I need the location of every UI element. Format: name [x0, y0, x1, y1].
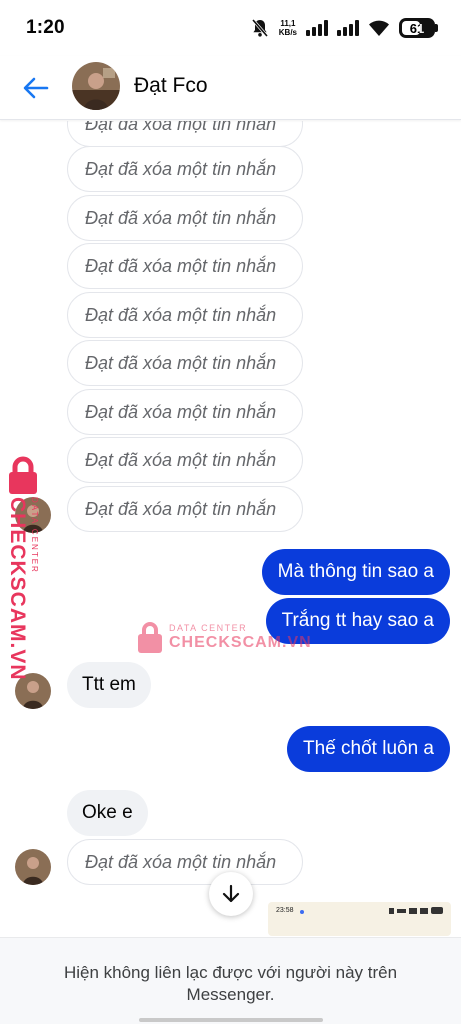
deleted-message: Đạt đã xóa một tin nhắn — [67, 437, 303, 483]
contact-name[interactable]: Đạt Fco — [134, 74, 208, 98]
contact-avatar[interactable] — [72, 62, 120, 110]
received-message: Ttt em — [67, 662, 151, 708]
message-list[interactable]: Đạt đã xóa một tin nhắn Đạt đã xóa một t… — [0, 121, 461, 936]
network-speed-unit: KB/s — [278, 28, 297, 37]
watermark-brand: CHECKSCAM.VN — [169, 634, 312, 651]
deleted-message: Đạt đã xóa một tin nhắn — [67, 340, 303, 386]
network-speed-value: 11,1 — [280, 19, 296, 28]
status-icons: 11,1 KB/s 61 — [250, 16, 438, 40]
deleted-message: Đạt đã xóa một tin nhắn — [67, 389, 303, 435]
screenshot-thumbnail[interactable]: 23:58 — [268, 902, 451, 936]
bell-muted-icon — [251, 19, 268, 37]
back-arrow-icon — [23, 77, 49, 99]
deleted-message: Đạt đã xóa một tin nhắn — [67, 121, 303, 147]
watermark-sub: DATA CENTER — [169, 623, 248, 633]
received-message: Oke e — [67, 790, 148, 836]
battery-icon: 61 — [399, 18, 438, 38]
deleted-message: Đạt đã xóa một tin nhắn — [67, 146, 303, 192]
thumbnail-time: 23:58 — [276, 907, 294, 914]
home-indicator[interactable] — [139, 1018, 323, 1022]
watermark-brand: CHECKSCAM.VN — [6, 497, 29, 681]
watermark-sub: DATA CENTER — [30, 497, 39, 574]
watermark-vertical: CHECKSCAM.VN DATA CENTER — [3, 455, 47, 681]
avatar-image — [72, 62, 120, 110]
signal-icon — [337, 20, 359, 36]
deleted-message: Đạt đã xóa một tin nhắn — [67, 292, 303, 338]
lock-icon — [9, 456, 37, 494]
back-button[interactable] — [18, 70, 54, 106]
thumbnail-status-icons — [389, 907, 443, 914]
scroll-to-bottom-button[interactable] — [209, 872, 253, 916]
network-speed: 11,1 KB/s — [279, 19, 297, 37]
chat-header: Đạt Fco — [0, 56, 461, 120]
unavailable-notice-bar: Hiện không liên lạc được với người này t… — [0, 937, 461, 1024]
sent-message: Thế chốt luôn a — [287, 726, 450, 772]
deleted-message: Đạt đã xóa một tin nhắn — [67, 486, 303, 532]
wifi-icon — [369, 20, 389, 36]
deleted-message: Đạt đã xóa một tin nhắn — [67, 243, 303, 289]
deleted-message: Đạt đã xóa một tin nhắn — [67, 195, 303, 241]
deleted-message: Đạt đã xóa một tin nhắn — [67, 839, 303, 885]
contact-avatar-small[interactable] — [15, 849, 51, 885]
unavailable-notice: Hiện không liên lạc được với người này t… — [63, 963, 398, 1004]
sent-message: Mà thông tin sao a — [261, 549, 450, 595]
lock-icon — [138, 622, 162, 653]
watermark-center: DATA CENTER CHECKSCAM.VN — [136, 620, 311, 660]
avatar-image — [15, 849, 51, 885]
signal-icon — [306, 20, 328, 36]
battery-percent: 61 — [409, 20, 425, 36]
arrow-down-icon — [222, 884, 240, 903]
status-bar: 1:20 11,1 KB/s 61 — [0, 0, 461, 56]
status-time: 1:20 — [26, 17, 65, 38]
thumbnail-dot — [300, 910, 304, 914]
